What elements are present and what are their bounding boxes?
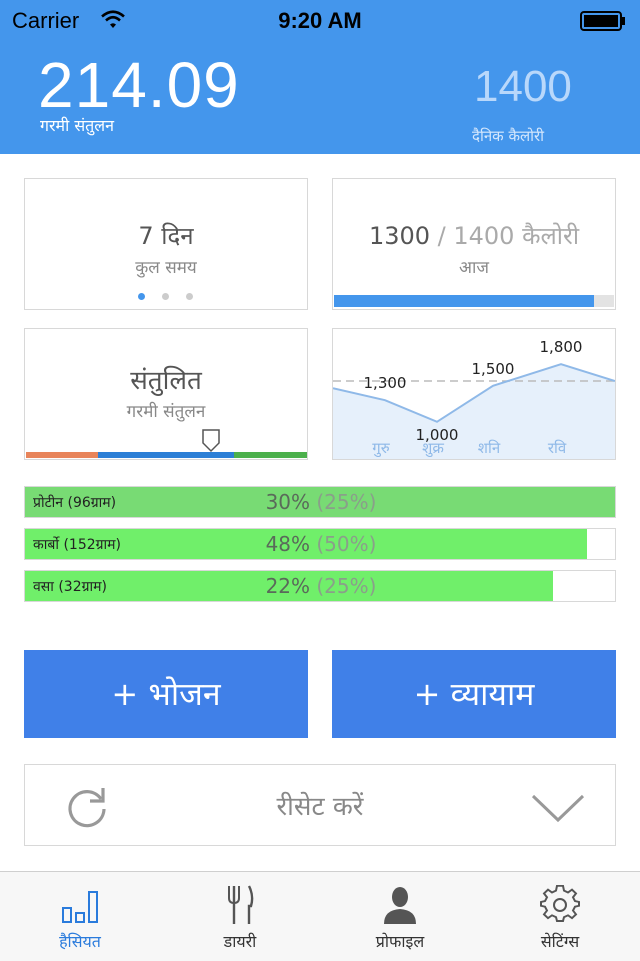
calorie-progress-track	[334, 295, 614, 307]
balance-bar-low	[26, 452, 98, 458]
weekly-chart-card[interactable]: 1,300 1,000 1,500 1,800 गुरु शुक्र शनि रवि	[332, 328, 616, 460]
data-label: 1,800	[540, 338, 583, 356]
macro-percent: 30% (25%)	[25, 490, 617, 514]
total-time-value: 7 दिन	[138, 222, 194, 250]
battery-icon	[580, 11, 625, 31]
daily-calories-value: 1400	[474, 62, 572, 111]
tab-label: प्रोफाइल	[375, 932, 425, 951]
x-tick-label: रवि	[548, 439, 567, 457]
heat-balance-card[interactable]: संतुलित गरमी संतुलन	[24, 328, 308, 460]
tab-label: हैसियत	[59, 932, 101, 951]
heat-balance-value: 214.09	[38, 49, 240, 121]
bar-chart-icon	[62, 891, 98, 923]
reset-label: रीसेट करें	[276, 792, 364, 822]
data-label: 1,300	[364, 374, 407, 392]
gear-icon	[540, 885, 580, 922]
macro-bar-carbs: कार्बो (152ग्राम) 48% (50%)	[24, 528, 616, 560]
page-dot-1[interactable]	[138, 293, 145, 300]
calories-separator: /	[430, 222, 454, 250]
macro-target: (25%)	[316, 574, 377, 598]
person-icon	[384, 887, 416, 924]
weekly-calorie-chart: 1,3001,0001,5001,800गुरु शुक्र शनि रवि	[333, 338, 615, 459]
macro-percent: 22% (25%)	[25, 574, 617, 598]
daily-calories-label: दैनिक कैलोरी	[472, 127, 545, 145]
add-meal-button[interactable]: + भोजन	[24, 650, 308, 738]
calories-progress-text: 1300 / 1400 कैलोरी	[333, 219, 615, 252]
macro-actual: 48%	[265, 532, 311, 556]
tab-profile[interactable]: प्रोफाइल	[320, 872, 480, 961]
tab-settings[interactable]: सेटिंग्स	[480, 872, 640, 961]
macro-target: (25%)	[316, 490, 377, 514]
macro-percent: 48% (50%)	[25, 532, 617, 556]
macro-bar-fat: वसा (32ग्राम) 22% (25%)	[24, 570, 616, 602]
page-dot-3[interactable]	[186, 293, 193, 300]
tab-label: डायरी	[223, 932, 257, 951]
calories-today-card[interactable]: 1300 / 1400 कैलोरी आज	[332, 178, 616, 310]
calorie-progress-fill	[334, 295, 595, 307]
status-time: 9:20 AM	[278, 8, 362, 33]
macro-actual: 30%	[265, 490, 311, 514]
tab-label: सेटिंग्स	[540, 932, 580, 951]
calories-target: 1400 कैलोरी	[453, 222, 580, 250]
chevron-down-icon[interactable]	[531, 793, 585, 823]
calories-consumed: 1300	[368, 222, 431, 250]
macro-target: (50%)	[316, 532, 377, 556]
x-tick-label: गुरु	[372, 439, 390, 458]
balance-label: गरमी संतुलन	[126, 402, 206, 422]
total-time-card[interactable]: 7 दिन कुल समय	[24, 178, 308, 310]
tab-bar: हैसियत डायरी प्रोफाइल सेटिंग्स	[0, 871, 640, 961]
page-dot-2[interactable]	[162, 293, 169, 300]
data-label: 1,500	[472, 360, 515, 378]
total-time-label: कुल समय	[135, 258, 197, 278]
heat-balance-label: गरमी संतुलन	[40, 116, 115, 135]
fork-knife-icon	[228, 885, 254, 924]
balance-bar-high	[234, 452, 307, 458]
add-exercise-button[interactable]: + व्यायाम	[332, 650, 616, 738]
status-bar: Carrier 9:20 AM	[0, 0, 640, 40]
x-tick-label: शनि	[478, 439, 501, 457]
tab-status[interactable]: हैसियत	[0, 872, 160, 961]
tab-diary[interactable]: डायरी	[160, 872, 320, 961]
calories-today-label: आज	[459, 258, 489, 278]
balance-status: संतुलित	[130, 366, 202, 396]
balance-marker-icon	[202, 429, 221, 453]
x-tick-label: शुक्र	[422, 439, 444, 458]
reset-button[interactable]: रीसेट करें	[24, 764, 616, 846]
macro-bar-protein: प्रोटीन (96ग्राम) 30% (25%)	[24, 486, 616, 518]
macro-actual: 22%	[265, 574, 311, 598]
